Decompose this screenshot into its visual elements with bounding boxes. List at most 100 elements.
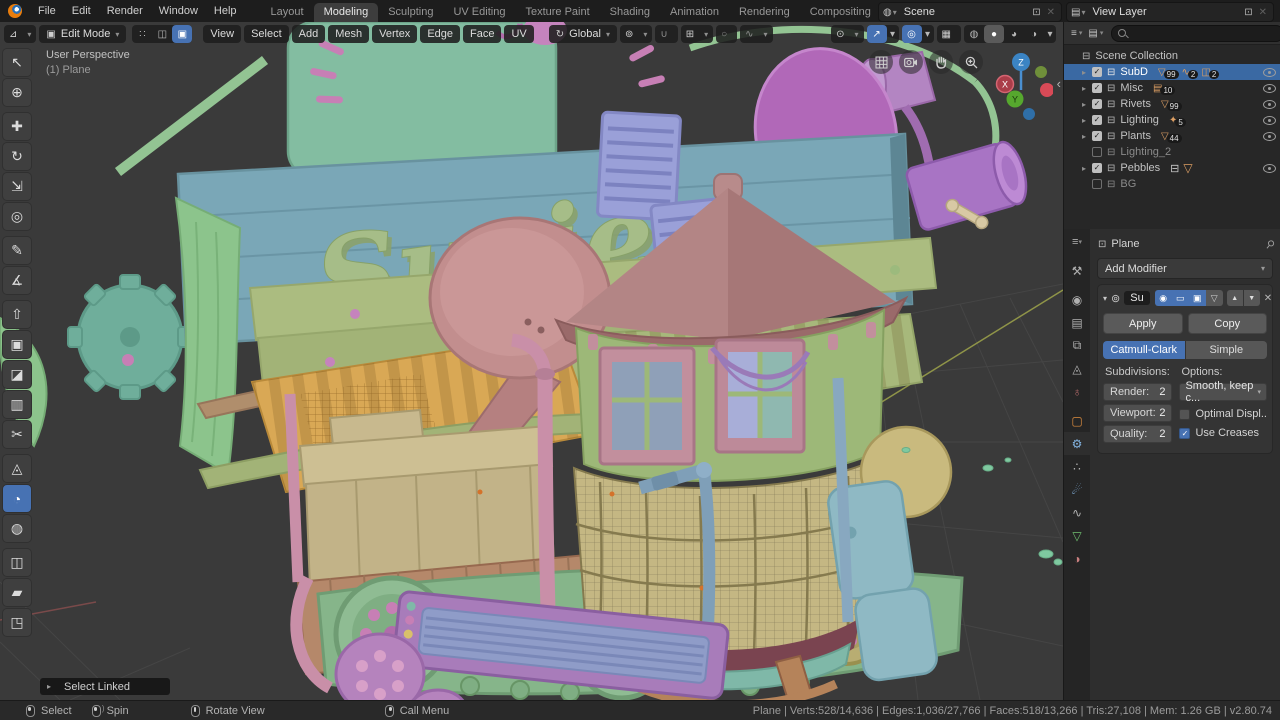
edge-select-mode-button[interactable]: ◫ xyxy=(152,25,172,43)
uv-menu[interactable]: UV xyxy=(504,25,534,43)
hide-in-viewport-toggle[interactable] xyxy=(1263,115,1276,125)
view-menu[interactable]: View xyxy=(203,25,242,43)
pin-icon[interactable]: ⚲ xyxy=(1263,236,1278,251)
outliner-row-lighting[interactable]: ▸ ✓ ⊟ Lighting ✦ 5 xyxy=(1064,112,1280,128)
viewport-subdivisions-field[interactable]: Viewport: 2 xyxy=(1103,404,1173,422)
show-overlays-toggle[interactable]: ◎ xyxy=(901,25,922,43)
teal-gear[interactable] xyxy=(67,274,193,400)
chevron-down-icon[interactable]: ▾ xyxy=(1081,8,1088,17)
hide-in-viewport-toggle[interactable] xyxy=(1263,163,1276,173)
rotate-tool[interactable]: ↻ xyxy=(2,142,32,171)
cursor-tool[interactable]: ⊕ xyxy=(2,78,32,107)
gizmo-neg-x-axis[interactable] xyxy=(1040,83,1053,97)
expander-icon[interactable]: ▸ xyxy=(1082,68,1092,77)
tab-world[interactable]: ♁ xyxy=(1064,380,1090,403)
add-modifier-dropdown[interactable]: Add Modifier ▾ xyxy=(1097,258,1273,279)
show-in-edit-mode-toggle[interactable]: ▣ xyxy=(1188,290,1206,306)
bevel-tool[interactable]: ◪ xyxy=(2,360,32,389)
simple-button[interactable]: Simple xyxy=(1185,341,1267,359)
hide-in-viewport-toggle[interactable] xyxy=(1263,99,1276,109)
annotate-tool[interactable]: ✎ xyxy=(2,236,32,265)
gizmo-neg-z-axis[interactable] xyxy=(1023,108,1035,120)
zoom-view-button[interactable] xyxy=(959,50,983,74)
tab-compositing[interactable]: Compositing xyxy=(800,3,881,22)
collection-checkbox[interactable]: ✓ xyxy=(1092,115,1102,125)
menu-render[interactable]: Render xyxy=(99,4,151,18)
tab-shading[interactable]: Shading xyxy=(600,3,660,22)
search-input[interactable] xyxy=(1131,26,1278,40)
display-mode-selector[interactable]: ▤ ▾ xyxy=(1085,28,1106,39)
uv-smooth-dropdown[interactable]: Smooth, keep c... ▾ xyxy=(1179,380,1267,404)
tower-window-left[interactable] xyxy=(598,346,696,466)
tab-rendering[interactable]: Rendering xyxy=(729,3,800,22)
transform-tool[interactable]: ◎ xyxy=(2,202,32,231)
outliner-row-rivets[interactable]: ▸ ✓ ⊟ Rivets ▽ 99 xyxy=(1064,96,1280,112)
viewport-3d[interactable]: Suzie's Suzie's xyxy=(0,22,1063,700)
transform-orientation-dropdown[interactable]: ↻ Global ▾ xyxy=(548,25,617,43)
outliner-row-misc[interactable]: ▸ ✓ ⊟ Misc ▤ 10 xyxy=(1064,80,1280,96)
tab-layout[interactable]: Layout xyxy=(261,3,314,22)
tab-constraints[interactable]: ∿ xyxy=(1064,501,1090,524)
hide-in-viewport-toggle[interactable] xyxy=(1263,83,1276,93)
properties-editor-selector[interactable]: ≡ ▾ xyxy=(1064,231,1090,253)
optimal-display-checkbox[interactable]: Optimal Displ.. xyxy=(1179,406,1267,422)
modifier-name-field[interactable]: Su xyxy=(1124,291,1150,305)
render-subdivisions-field[interactable]: Render: 2 xyxy=(1103,383,1173,401)
collection-checkbox[interactable] xyxy=(1092,147,1102,157)
tab-view-layer[interactable]: ⧉ xyxy=(1064,334,1090,357)
rip-region-tool[interactable]: ◳ xyxy=(2,608,32,637)
expander-icon[interactable]: ▸ xyxy=(1082,132,1092,141)
apply-button[interactable]: Apply xyxy=(1103,313,1183,334)
inset-faces-tool[interactable]: ▣ xyxy=(2,330,32,359)
extrude-region-tool[interactable]: ⇧ xyxy=(2,300,32,329)
knife-tool[interactable]: ✂ xyxy=(2,420,32,449)
select-menu[interactable]: Select xyxy=(244,25,289,43)
tab-object-data[interactable]: ▽ xyxy=(1064,524,1090,547)
move-modifier-up-button[interactable]: ▲ xyxy=(1226,290,1243,306)
chevron-down-icon[interactable]: ▾ xyxy=(893,8,900,17)
collection-checkbox[interactable]: ✓ xyxy=(1092,67,1102,77)
face-select-mode-button[interactable]: ▣ xyxy=(172,25,193,43)
edge-slide-tool[interactable]: ◫ xyxy=(2,548,32,577)
edge-menu[interactable]: Edge xyxy=(420,25,461,43)
tab-animation[interactable]: Animation xyxy=(660,3,729,22)
tower-window-right[interactable] xyxy=(710,338,811,454)
overlays-dropdown[interactable]: ▾ xyxy=(922,25,934,43)
unlink-scene-button[interactable]: ✕ xyxy=(1044,7,1058,18)
move-tool[interactable]: ✚ xyxy=(2,112,32,141)
scale-tool[interactable]: ⇲ xyxy=(2,172,32,201)
outliner-row-scene-collection[interactable]: ⊟ Scene Collection xyxy=(1064,48,1280,64)
smooth-tool[interactable]: ◍ xyxy=(2,514,32,543)
poly-build-tool[interactable]: ◬ xyxy=(2,454,32,483)
editor-type-selector[interactable]: ⊿ ▾ xyxy=(4,25,37,43)
material-preview-button[interactable]: ◕ xyxy=(1004,25,1024,43)
green-flag[interactable] xyxy=(174,196,242,476)
shading-dropdown[interactable]: ▾ xyxy=(1044,25,1056,43)
new-view-layer-button[interactable]: ⊡ xyxy=(1241,7,1255,18)
tab-material[interactable]: ◑ xyxy=(1064,547,1090,570)
blender-logo-icon[interactable] xyxy=(8,4,22,18)
checkbox-checked[interactable]: ✓ xyxy=(1179,427,1191,439)
wireframe-shading-button[interactable]: ◍ xyxy=(964,25,984,43)
tab-sculpting[interactable]: Sculpting xyxy=(378,3,443,22)
measure-tool[interactable]: ∡ xyxy=(2,266,32,295)
object-visibility-dropdown[interactable]: ⊙ ▾ xyxy=(831,25,864,43)
spin-tool[interactable]: ◔ xyxy=(2,484,32,513)
tab-texture-paint[interactable]: Texture Paint xyxy=(515,3,599,22)
breadcrumb-object-name[interactable]: Plane xyxy=(1111,238,1139,250)
solid-shading-button[interactable]: ● xyxy=(984,25,1004,43)
tab-output[interactable]: ▤ xyxy=(1064,311,1090,334)
tab-physics[interactable]: ☄ xyxy=(1064,478,1090,501)
collection-checkbox[interactable]: ✓ xyxy=(1092,131,1102,141)
menu-window[interactable]: Window xyxy=(151,4,206,18)
vertex-menu[interactable]: Vertex xyxy=(372,25,418,43)
remove-view-layer-button[interactable]: ✕ xyxy=(1256,7,1270,18)
quality-field[interactable]: Quality: 2 xyxy=(1103,425,1173,443)
gizmo-dropdown[interactable]: ▾ xyxy=(887,25,899,43)
expander-icon[interactable]: ▸ xyxy=(1082,84,1092,93)
show-in-render-toggle[interactable]: ◉ xyxy=(1154,290,1172,306)
snap-settings-dropdown[interactable]: ⊞ ▾ xyxy=(680,25,714,43)
expander-icon[interactable]: ▸ xyxy=(1082,100,1092,109)
new-scene-button[interactable]: ⊡ xyxy=(1029,7,1043,18)
tab-modifiers[interactable]: ⚙ xyxy=(1064,432,1090,455)
